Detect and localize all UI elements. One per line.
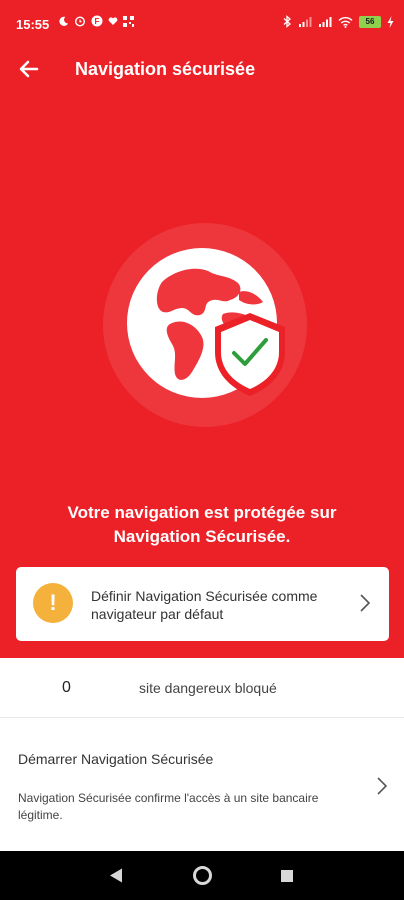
qr-icon: [123, 15, 134, 27]
nav-back-icon[interactable]: [109, 868, 123, 883]
system-navigation-bar: [0, 851, 404, 900]
globe-shield-check-icon: [103, 223, 307, 427]
moon-icon: [59, 16, 69, 26]
nav-recents-icon[interactable]: [281, 870, 293, 882]
status-bar: 15:55 F 56: [0, 0, 404, 46]
heart-icon: [108, 17, 118, 25]
signal-icon: [299, 16, 312, 27]
start-safe-browsing-description: Navigation Sécurisée confirme l'accès à …: [18, 791, 319, 822]
nav-home-icon[interactable]: [193, 866, 212, 885]
warning-icon: !: [33, 583, 73, 623]
app-badge-icon: F: [91, 15, 103, 27]
chevron-right-icon: [360, 594, 371, 612]
set-default-browser-card[interactable]: ! Définir Navigation Sécurisée comme nav…: [16, 567, 389, 641]
wifi-icon: [338, 16, 353, 28]
set-default-browser-text: Définir Navigation Sécurisée comme navig…: [91, 588, 318, 622]
alarm-icon: [74, 16, 86, 27]
app-bar: Navigation sécurisée: [0, 46, 404, 90]
status-system-icons: 56: [283, 15, 394, 28]
svg-text:F: F: [95, 17, 100, 26]
signal-icon: [319, 16, 332, 27]
blocked-sites-count: 0: [62, 679, 71, 696]
chevron-right-icon: [377, 777, 388, 795]
status-time: 15:55: [16, 17, 50, 32]
blocked-sites-label: site dangereux bloqué: [139, 680, 277, 696]
protection-status-message: Votre navigation est protégée sur Naviga…: [67, 503, 337, 546]
blocked-sites-stat: 0 site dangereux bloqué: [0, 658, 404, 718]
battery-indicator: 56: [359, 15, 381, 28]
charging-icon: [387, 15, 394, 28]
start-safe-browsing-item[interactable]: Démarrer Navigation Sécurisée Navigation…: [0, 719, 404, 851]
status-notification-icons: F: [58, 15, 134, 27]
start-safe-browsing-title: Démarrer Navigation Sécurisée: [18, 751, 214, 767]
page-title: Navigation sécurisée: [75, 59, 256, 79]
bluetooth-icon: [283, 15, 291, 28]
arrow-left-icon[interactable]: [14, 54, 44, 84]
